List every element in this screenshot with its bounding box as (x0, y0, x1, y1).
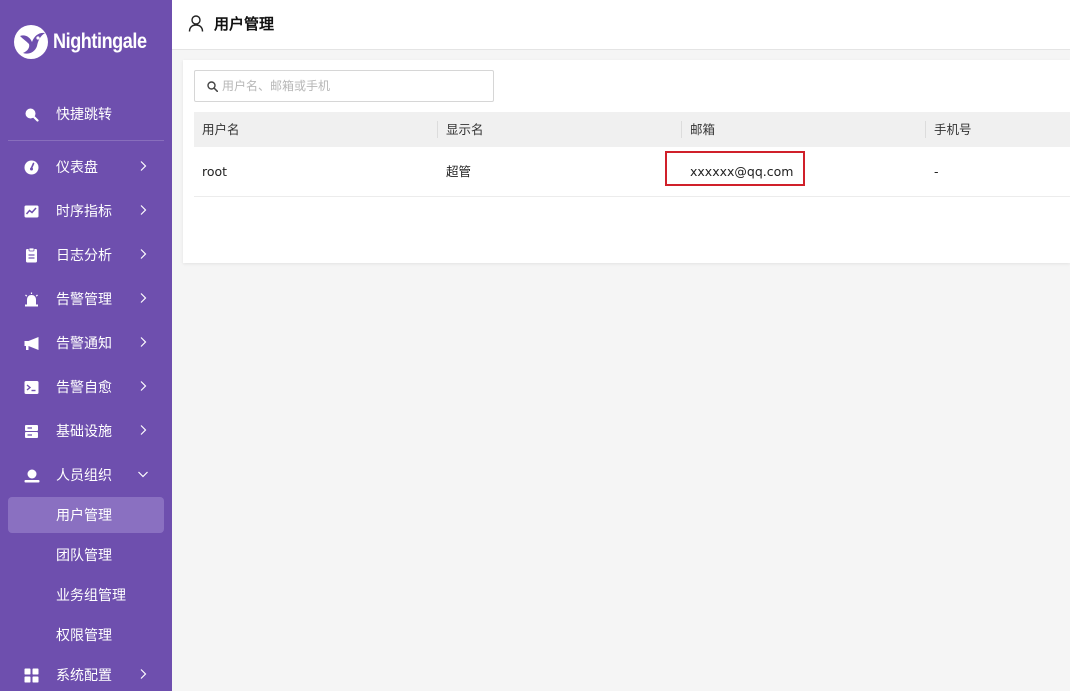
column-divider (681, 121, 682, 138)
sidebar-item-label: 仪表盘 (56, 160, 98, 176)
chevron-right-icon (140, 161, 147, 171)
grid-icon (23, 667, 40, 684)
search-icon (207, 81, 218, 92)
sidebar-item-label: 告警管理 (56, 292, 112, 308)
search-input[interactable] (222, 71, 487, 101)
terminal-icon (23, 379, 40, 396)
email-highlight-box (665, 151, 805, 186)
sidebar-item-log-analysis[interactable]: 日志分析 (0, 235, 172, 275)
sidebar-item-label: 日志分析 (56, 248, 112, 264)
sidebar-item-label: 告警自愈 (56, 380, 112, 396)
column-header-email[interactable]: 邮箱 (690, 112, 715, 147)
column-header-phone[interactable]: 手机号 (934, 112, 972, 147)
sidebar-item-label: 人员组织 (56, 468, 112, 484)
cell-phone: - (934, 164, 939, 179)
user-outline-icon (188, 15, 204, 32)
sidebar-subitem-label: 用户管理 (56, 508, 112, 524)
sidebar-item-label: 时序指标 (56, 204, 112, 220)
sidebar-item-label: 快捷跳转 (56, 107, 112, 123)
sidebar-item-organization[interactable]: 人员组织 (0, 455, 172, 495)
dashboard-icon (23, 159, 40, 176)
sidebar-item-label: 告警通知 (56, 336, 112, 352)
user-list-card: 用户名 显示名 邮箱 手机号 root 超管 xxxxxx@qq.com - (183, 60, 1070, 263)
chevron-right-icon (140, 249, 147, 259)
brand-name: Nightingale (53, 30, 147, 53)
chevron-right-icon (140, 381, 147, 391)
alarm-bell-icon (23, 291, 40, 308)
sidebar-item-self-healing[interactable]: 告警自愈 (0, 367, 172, 407)
table-row[interactable]: root 超管 xxxxxx@qq.com - (194, 147, 1070, 197)
sidebar-subitem-permission-management[interactable]: 权限管理 (8, 617, 164, 653)
sidebar-subitem-team-management[interactable]: 团队管理 (8, 537, 164, 573)
chevron-right-icon (140, 669, 147, 679)
sidebar-subitem-label: 权限管理 (56, 628, 112, 644)
page-title: 用户管理 (214, 15, 275, 33)
sidebar-item-system-config[interactable]: 系统配置 (0, 655, 172, 691)
megaphone-icon (23, 335, 40, 352)
sidebar-subitem-label: 团队管理 (56, 548, 112, 564)
sidebar-item-quick-jump[interactable]: 快捷跳转 (0, 94, 172, 134)
document-icon (23, 247, 40, 264)
chevron-down-icon (138, 471, 148, 478)
chevron-right-icon (140, 205, 147, 215)
search-icon (23, 106, 40, 123)
user-icon (23, 467, 40, 484)
column-divider (925, 121, 926, 138)
search-box (194, 70, 494, 102)
server-icon (23, 423, 40, 440)
cell-username: root (202, 164, 228, 179)
line-chart-icon (23, 203, 40, 220)
cell-display-name: 超管 (446, 164, 472, 179)
sidebar-item-infrastructure[interactable]: 基础设施 (0, 411, 172, 451)
sidebar-item-alert-management[interactable]: 告警管理 (0, 279, 172, 319)
logo[interactable]: Nightingale (13, 22, 162, 62)
sidebar-item-metrics[interactable]: 时序指标 (0, 191, 172, 231)
nightingale-bird-icon (14, 25, 48, 59)
sidebar-subitem-business-group-management[interactable]: 业务组管理 (8, 577, 164, 613)
sidebar-subitem-label: 业务组管理 (56, 588, 126, 604)
column-divider (437, 121, 438, 138)
sidebar-divider (8, 140, 164, 141)
page-header: 用户管理 (172, 0, 1070, 50)
chevron-right-icon (140, 425, 147, 435)
column-header-display-name[interactable]: 显示名 (446, 112, 484, 147)
chevron-right-icon (140, 337, 147, 347)
sidebar-subitem-user-management[interactable]: 用户管理 (8, 497, 164, 533)
sidebar-item-label: 基础设施 (56, 424, 112, 440)
sidebar-item-alert-notification[interactable]: 告警通知 (0, 323, 172, 363)
sidebar-item-label: 系统配置 (56, 668, 112, 684)
column-header-username[interactable]: 用户名 (202, 112, 240, 147)
sidebar: Nightingale 快捷跳转 仪表盘 时序指标 日志分析 告警管理 告警通知… (0, 0, 172, 691)
table-header: 用户名 显示名 邮箱 手机号 (194, 112, 1070, 147)
sidebar-item-dashboard[interactable]: 仪表盘 (0, 147, 172, 187)
chevron-right-icon (140, 293, 147, 303)
